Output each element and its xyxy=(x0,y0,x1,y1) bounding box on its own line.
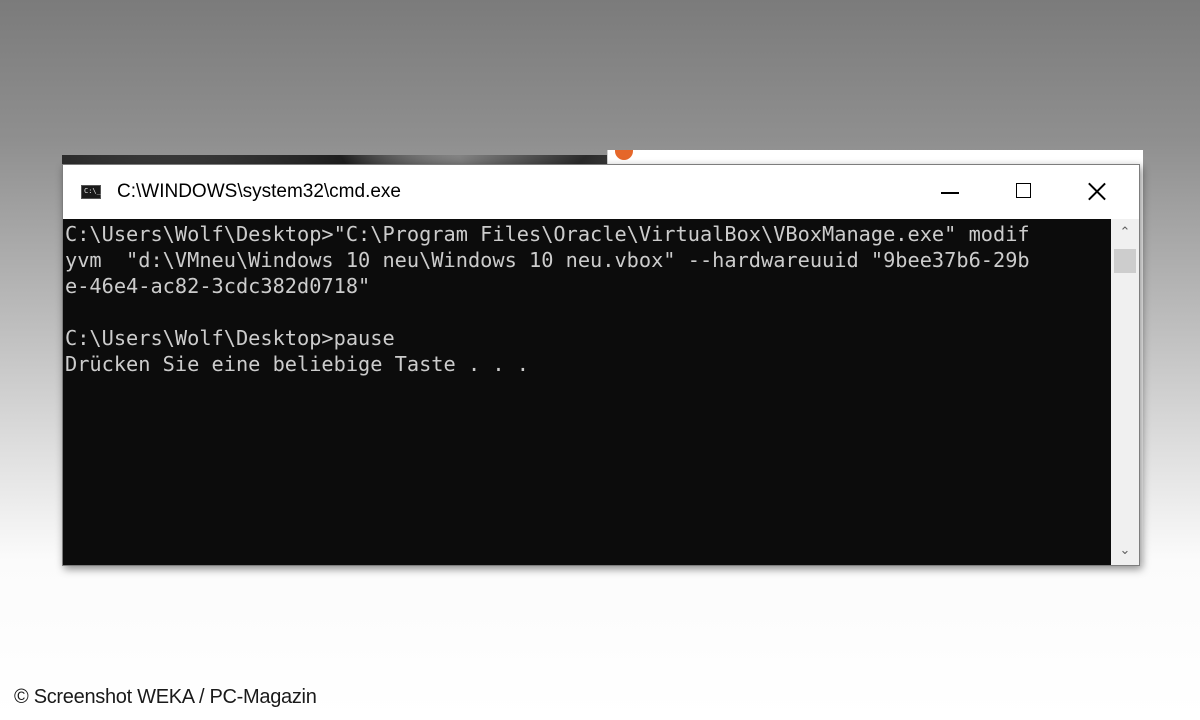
maximize-icon xyxy=(1016,183,1031,198)
console-line: Drücken Sie eine beliebige Taste . . . xyxy=(65,352,529,376)
scroll-down-icon[interactable]: ⌄ xyxy=(1111,537,1139,565)
close-button[interactable] xyxy=(1061,165,1135,219)
vertical-scrollbar[interactable]: ⌃ ⌄ xyxy=(1111,219,1139,565)
minimize-icon xyxy=(941,192,959,194)
minimize-button[interactable] xyxy=(913,165,987,219)
title-bar[interactable]: C:\_ C:\WINDOWS\system32\cmd.exe xyxy=(63,165,1139,219)
image-credit: © Screenshot WEKA / PC-Magazin xyxy=(14,686,317,708)
console-output[interactable]: C:\Users\Wolf\Desktop>"C:\Program Files\… xyxy=(63,219,1111,565)
console-line: e-46e4-ac82-3cdc382d0718" xyxy=(65,274,371,298)
window-title: C:\WINDOWS\system32\cmd.exe xyxy=(117,181,401,202)
console-line: C:\Users\Wolf\Desktop>pause xyxy=(65,326,395,350)
console-line: yvm "d:\VMneu\Windows 10 neu\Windows 10 … xyxy=(65,248,1030,272)
maximize-button[interactable] xyxy=(987,165,1061,219)
console-line: C:\Users\Wolf\Desktop>"C:\Program Files\… xyxy=(65,222,1030,246)
close-icon xyxy=(1087,181,1107,201)
scroll-thumb[interactable] xyxy=(1114,249,1136,273)
cmd-window: C:\_ C:\WINDOWS\system32\cmd.exe C:\User… xyxy=(62,164,1140,566)
cmd-icon-label: C:\_ xyxy=(84,187,101,195)
scroll-up-icon[interactable]: ⌃ xyxy=(1111,219,1139,247)
cmd-icon[interactable]: C:\_ xyxy=(81,185,101,199)
